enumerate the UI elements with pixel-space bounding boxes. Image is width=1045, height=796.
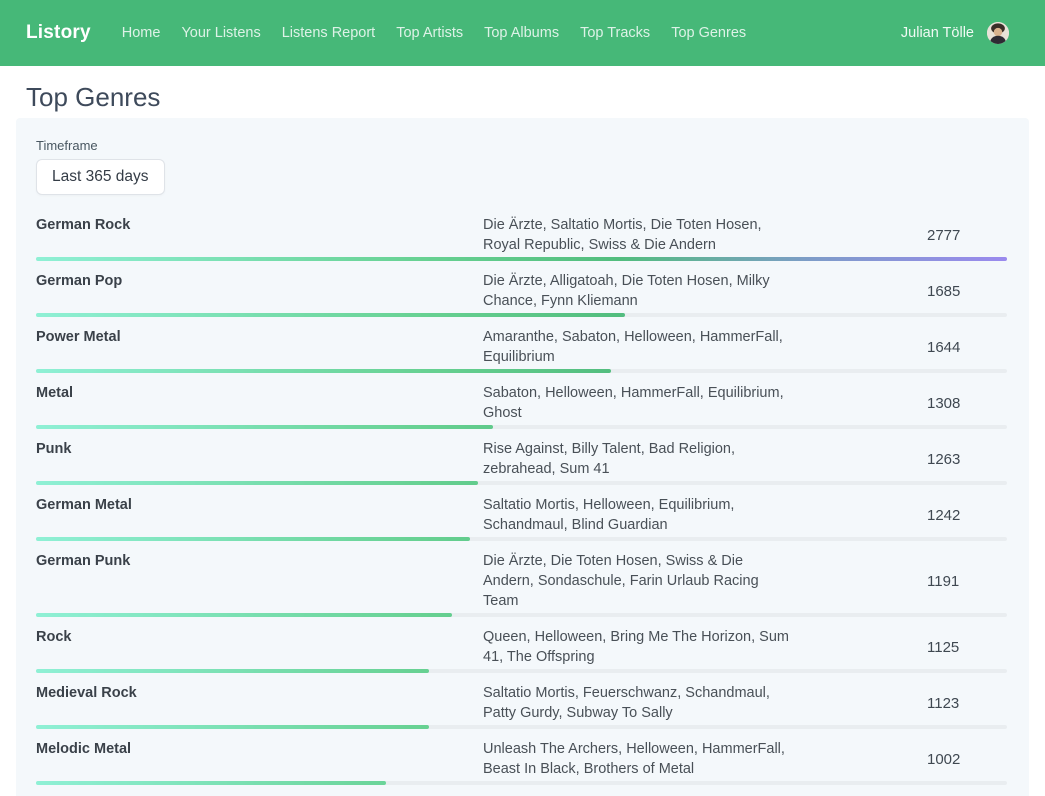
genre-artists: Die Ärzte, Alligatoah, Die Toten Hosen, … bbox=[483, 271, 795, 311]
brand-logo[interactable]: Listory bbox=[26, 22, 91, 44]
genre-name: Rock bbox=[36, 627, 483, 647]
genre-artists: Unleash The Archers, Helloween, HammerFa… bbox=[483, 739, 795, 779]
timeframe-select[interactable]: Last 365 days bbox=[36, 159, 165, 195]
genre-name: Medieval Rock bbox=[36, 683, 483, 703]
genre-name: Melodic Metal bbox=[36, 739, 483, 759]
genre-artists: Amaranthe, Sabaton, Helloween, HammerFal… bbox=[483, 327, 795, 367]
genre-row: Medieval Rock Saltatio Mortis, Feuerschw… bbox=[36, 673, 1007, 729]
genre-name: Metal bbox=[36, 383, 483, 403]
timeframe-label: Timeframe bbox=[36, 138, 1007, 153]
nav-user[interactable]: Julian Tölle bbox=[901, 22, 1009, 44]
genre-count: 1685 bbox=[795, 283, 1007, 300]
nav-links: Home Your Listens Listens Report Top Artist… bbox=[122, 25, 746, 41]
genre-count: 1125 bbox=[795, 639, 1007, 656]
genre-count: 1002 bbox=[795, 751, 1007, 768]
genre-count: 1308 bbox=[795, 395, 1007, 412]
genre-artists: Rise Against, Billy Talent, Bad Religion… bbox=[483, 439, 795, 479]
genre-count: 1191 bbox=[795, 573, 1007, 590]
nav-link-home[interactable]: Home bbox=[122, 25, 161, 41]
nav-link-your-listens[interactable]: Your Listens bbox=[181, 25, 260, 41]
nav-link-top-tracks[interactable]: Top Tracks bbox=[580, 25, 650, 41]
genre-name: German Pop bbox=[36, 271, 483, 291]
page-title: Top Genres bbox=[26, 82, 1029, 112]
genre-row: Melodic Metal Unleash The Archers, Hello… bbox=[36, 729, 1007, 785]
genre-row: Rock Queen, Helloween, Bring Me The Hori… bbox=[36, 617, 1007, 673]
navbar: Listory Home Your Listens Listens Report To… bbox=[0, 0, 1045, 66]
genre-count: 1123 bbox=[795, 695, 1007, 712]
genre-count: 1242 bbox=[795, 507, 1007, 524]
genre-row: German Metal Saltatio Mortis, Helloween,… bbox=[36, 485, 1007, 541]
genre-row: German Rock Die Ärzte, Saltatio Mortis, … bbox=[36, 205, 1007, 261]
genre-name: German Rock bbox=[36, 215, 483, 235]
genre-artists: Sabaton, Helloween, HammerFall, Equilibr… bbox=[483, 383, 795, 423]
genre-row: Power Metal Amaranthe, Sabaton, Hellowee… bbox=[36, 317, 1007, 373]
nav-link-top-albums[interactable]: Top Albums bbox=[484, 25, 559, 41]
genre-artists: Queen, Helloween, Bring Me The Horizon, … bbox=[483, 627, 795, 667]
nav-link-listens-report[interactable]: Listens Report bbox=[282, 25, 376, 41]
user-avatar-icon[interactable] bbox=[987, 22, 1009, 44]
genre-artists: Saltatio Mortis, Helloween, Equilibrium,… bbox=[483, 495, 795, 535]
user-name[interactable]: Julian Tölle bbox=[901, 25, 974, 41]
top-genres-card: Timeframe Last 365 days German Rock Die … bbox=[16, 118, 1029, 796]
nav-link-top-genres[interactable]: Top Genres bbox=[671, 25, 746, 41]
genre-count: 1263 bbox=[795, 451, 1007, 468]
genre-row: German Pop Die Ärzte, Alligatoah, Die To… bbox=[36, 261, 1007, 317]
nav-link-top-artists[interactable]: Top Artists bbox=[396, 25, 463, 41]
genre-list: German Rock Die Ärzte, Saltatio Mortis, … bbox=[36, 205, 1007, 796]
genre-artists: Die Ärzte, Die Toten Hosen, Swiss & Die … bbox=[483, 551, 795, 611]
genre-row: Metal Sabaton, Helloween, HammerFall, Eq… bbox=[36, 373, 1007, 429]
genre-row: German Indie Bukahara, Käptn Peng, KYTES… bbox=[36, 785, 1007, 796]
genre-row: German Punk Die Ärzte, Die Toten Hosen, … bbox=[36, 541, 1007, 617]
genre-name: German Metal bbox=[36, 495, 483, 515]
genre-count: 2777 bbox=[795, 227, 1007, 244]
genre-name: German Punk bbox=[36, 551, 483, 571]
genre-row: Punk Rise Against, Billy Talent, Bad Rel… bbox=[36, 429, 1007, 485]
genre-name: Power Metal bbox=[36, 327, 483, 347]
genre-name: Punk bbox=[36, 439, 483, 459]
genre-count: 1644 bbox=[795, 339, 1007, 356]
genre-artists: Saltatio Mortis, Feuerschwanz, Schandmau… bbox=[483, 683, 795, 723]
genre-artists: Die Ärzte, Saltatio Mortis, Die Toten Ho… bbox=[483, 215, 795, 255]
